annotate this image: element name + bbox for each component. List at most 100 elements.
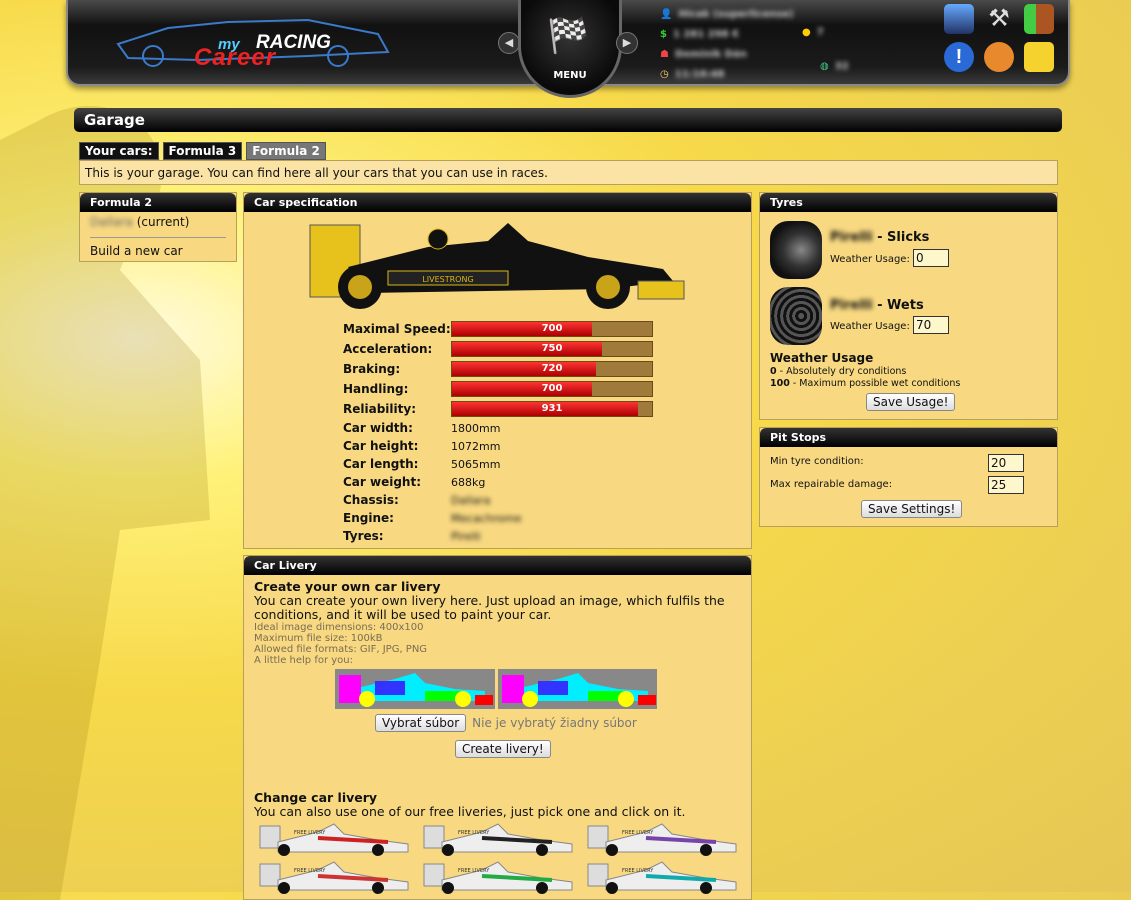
svg-text:FREE LIVERY: FREE LIVERY	[622, 868, 654, 874]
tyre-brand: Pirelli	[830, 230, 873, 245]
garage-info: This is your garage. You can find here a…	[79, 160, 1058, 185]
detail-row: Chassis: Dallara	[343, 491, 653, 509]
detail-row: Car weight: 688kg	[343, 473, 653, 491]
car-list-panel: Formula 2 Dallara (current) Build a new …	[79, 192, 237, 262]
stat-label: Acceleration:	[343, 342, 433, 356]
svg-text:FREE LIVERY: FREE LIVERY	[458, 830, 490, 836]
stat-label: Braking:	[343, 362, 401, 376]
clock-icon: ◷	[660, 68, 669, 80]
checkered-flags-icon: 🏁	[547, 16, 590, 56]
alert-icon[interactable]: !	[944, 42, 974, 72]
tab-formula-3[interactable]: Formula 3	[162, 142, 243, 160]
money-icon: $	[660, 28, 667, 40]
menu-prev-arrow-icon[interactable]: ◀	[498, 32, 520, 54]
save-usage-button[interactable]: Save Usage!	[866, 393, 956, 411]
spec-stats: Maximal Speed: 700 Acceleration: 750 Braking…	[343, 319, 653, 545]
chat-icon[interactable]	[984, 42, 1014, 72]
money: 1 281 298 €	[672, 28, 740, 40]
free-livery-option[interactable]: FREE LIVERY	[422, 822, 574, 856]
user-icon: 👤	[660, 8, 673, 20]
free-livery-option[interactable]: FREE LIVERY	[258, 822, 410, 856]
wets-usage-input[interactable]: 70	[913, 316, 949, 334]
wet-tyre-image	[770, 287, 822, 345]
detail-row: Tyres: Pirelli	[343, 527, 653, 545]
mail-icon[interactable]	[1024, 42, 1054, 72]
req-formats: Allowed file formats: GIF, JPG, PNG	[254, 644, 428, 655]
choose-file-button[interactable]: Vybrať súbor	[375, 714, 467, 732]
detail-row: Car width: 1800mm	[343, 419, 653, 437]
detail-label: Chassis:	[343, 493, 399, 507]
car-name-link[interactable]: Dallara	[90, 215, 133, 229]
coin-icon: ●	[802, 26, 811, 38]
tyres-title: Tyres	[760, 193, 1057, 212]
detail-label: Car width:	[343, 421, 413, 435]
build-new-car-link[interactable]: Build a new car	[90, 244, 226, 258]
help-dry: - Absolutely dry conditions	[776, 366, 907, 377]
stat-label: Handling:	[343, 382, 409, 396]
detail-value: 1072mm	[451, 439, 501, 453]
svg-text:FREE LIVERY: FREE LIVERY	[294, 868, 326, 874]
logout-icon[interactable]	[1024, 4, 1054, 34]
menu-next-arrow-icon[interactable]: ▶	[616, 32, 638, 54]
car-spec-title: Car specification	[244, 193, 751, 212]
stat-value: 750	[541, 343, 563, 354]
weather-usage-label: Weather Usage:	[830, 254, 910, 265]
user-stats: 👤 Hicak (superlicense) $1 281 298 € ☗ Domi…	[660, 4, 794, 84]
top-navigation-bar: my RACING Career ◀ 🏁 MENU ▶ 👤 Hicak (supe…	[66, 0, 1070, 98]
main-menu-button[interactable]: 🏁 MENU	[518, 0, 622, 98]
max-damage-input[interactable]: 25	[988, 476, 1024, 494]
car-livery-panel: Car Livery Create your own car livery Yo…	[243, 555, 752, 900]
help-dry-num: 0	[770, 366, 777, 377]
detail-value: 688kg	[451, 475, 486, 489]
save-settings-button[interactable]: Save Settings!	[861, 500, 963, 518]
book-icon[interactable]	[944, 4, 974, 34]
create-livery-button[interactable]: Create livery!	[455, 740, 551, 758]
slick-tyre-image	[770, 221, 822, 279]
min-tyre-label: Min tyre condition:	[770, 456, 864, 467]
car-livery-title: Car Livery	[244, 556, 751, 575]
stat-value: 931	[541, 403, 563, 414]
detail-value: Mecachrome	[451, 511, 522, 525]
detail-label: Car length:	[343, 457, 419, 471]
stat-label: Maximal Speed:	[343, 322, 451, 336]
tyre-brand: Pirelli	[830, 298, 873, 313]
help-wet: - Maximum possible wet conditions	[789, 378, 961, 389]
team-icon: ☗	[660, 48, 669, 60]
pit-stops-panel: Pit Stops Min tyre condition: 20 Max rep…	[759, 427, 1058, 527]
create-livery-title: Create your own car livery	[254, 579, 441, 594]
slicks-usage-input[interactable]: 0	[913, 249, 949, 267]
tools-icon[interactable]: ⚒	[984, 4, 1014, 34]
detail-row: Engine: Mecachrome	[343, 509, 653, 527]
stat-row: Braking: 720	[343, 359, 653, 379]
detail-row: Car height: 1072mm	[343, 437, 653, 455]
tab-formula-2[interactable]: Formula 2	[246, 142, 326, 160]
team: Dominik Dán	[674, 48, 747, 60]
formula-car-image: LIVESTRONG	[309, 223, 685, 309]
free-livery-option[interactable]: FREE LIVERY	[422, 860, 574, 894]
min-tyre-input[interactable]: 20	[988, 454, 1024, 472]
weather-usage-label: Weather Usage:	[830, 321, 910, 332]
stat-value: 720	[541, 363, 563, 374]
current-car-label: (current)	[136, 215, 190, 229]
car-sponsor-text: LIVESTRONG	[422, 275, 473, 284]
detail-row: Car length: 5065mm	[343, 455, 653, 473]
free-livery-option[interactable]: FREE LIVERY	[586, 822, 738, 856]
stat-bar: 700	[451, 321, 653, 337]
online-count: 32	[834, 60, 849, 72]
stat-bar: 750	[451, 341, 653, 357]
no-file-chosen-text: Nie je vybratý žiadny súbor	[472, 716, 637, 730]
free-livery-option[interactable]: FREE LIVERY	[586, 860, 738, 894]
coins: 7	[816, 26, 824, 38]
stat-row: Acceleration: 750	[343, 339, 653, 359]
req-size: Maximum file size: 100kB	[254, 633, 383, 644]
myracingcareer-logo[interactable]: my RACING Career	[108, 8, 408, 71]
tyre-type-wets: - Wets	[872, 298, 924, 313]
time: 11:16:48	[674, 68, 725, 80]
detail-value: 5065mm	[451, 457, 501, 471]
username[interactable]: Hicak (superlicense)	[678, 9, 793, 20]
stat-bar: 720	[451, 361, 653, 377]
weather-usage-help-title: Weather Usage	[770, 351, 874, 365]
free-livery-option[interactable]: FREE LIVERY	[258, 860, 410, 894]
stat-value: 700	[541, 383, 563, 394]
req-dimensions: Ideal image dimensions: 400x100	[254, 622, 424, 633]
